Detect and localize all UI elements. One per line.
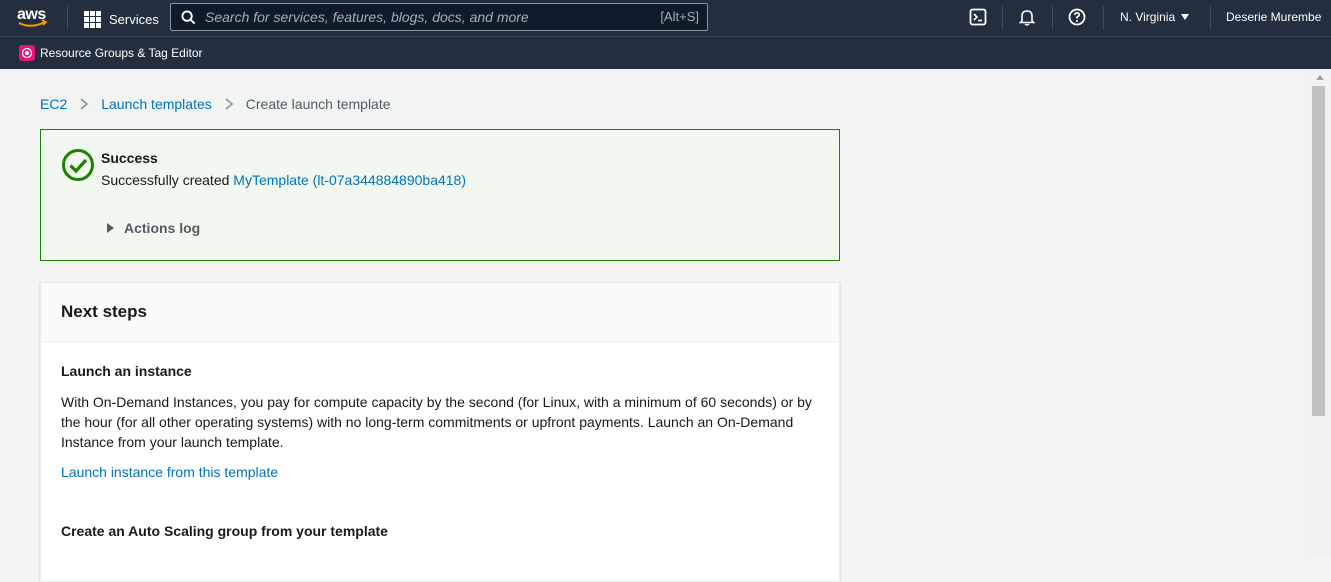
alert-title: Success	[101, 150, 158, 166]
search-input[interactable]	[205, 6, 635, 28]
account-menu[interactable]: Deserie Murembe	[1226, 10, 1321, 24]
help-button[interactable]	[1068, 8, 1088, 28]
template-link[interactable]: MyTemplate (lt-07a344884890ba418)	[233, 172, 466, 188]
account-name: Deserie Murembe	[1226, 10, 1322, 24]
services-label: Services	[109, 11, 159, 27]
chevron-right-icon	[80, 98, 89, 110]
search-icon	[181, 10, 196, 25]
panel-header: Next steps	[41, 283, 839, 342]
breadcrumb-ec2[interactable]: EC2	[40, 96, 67, 112]
nav-divider	[1103, 6, 1104, 30]
breadcrumb-launch-templates[interactable]: Launch templates	[101, 96, 212, 112]
next-steps-panel: Next steps Launch an instance With On-De…	[40, 282, 840, 582]
region-label: N. Virginia	[1120, 10, 1176, 24]
aws-smile-icon	[18, 19, 48, 27]
nav-divider	[1210, 6, 1211, 30]
alert-message-text: Successfully created	[101, 172, 230, 188]
help-icon	[1068, 8, 1086, 26]
panel-title: Next steps	[61, 302, 147, 321]
success-check-icon	[62, 149, 94, 181]
launch-instance-title: Launch an instance	[61, 363, 192, 379]
notifications-button[interactable]	[1018, 8, 1038, 28]
success-alert: Success Successfully created MyTemplate …	[40, 129, 840, 261]
auto-scaling-title: Create an Auto Scaling group from your t…	[61, 523, 388, 539]
actions-log-toggle[interactable]: Actions log	[107, 220, 200, 236]
breadcrumb-current: Create launch template	[245, 96, 391, 112]
cloudshell-icon	[969, 8, 987, 26]
resource-groups-link[interactable]: Resource Groups & Tag Editor	[40, 46, 203, 60]
nav-divider	[67, 6, 68, 30]
cloudshell-button[interactable]	[969, 8, 989, 28]
search-box[interactable]: [Alt+S]	[170, 3, 708, 31]
scrollbar-thumb[interactable]	[1312, 86, 1325, 416]
nav-divider	[1002, 6, 1003, 30]
page-scrollbar[interactable]	[1310, 69, 1331, 556]
nav-divider	[1052, 6, 1053, 30]
caret-right-icon	[107, 223, 114, 233]
top-navigation-bar: aws Services [Alt+S]	[0, 0, 1331, 36]
alert-message: Successfully created MyTemplate (lt-07a3…	[101, 172, 466, 188]
launch-instance-description: With On-Demand Instances, you pay for co…	[61, 394, 812, 450]
launch-instance-link[interactable]: Launch instance from this template	[61, 464, 278, 480]
scroll-up-arrow-icon[interactable]	[1316, 75, 1324, 80]
breadcrumb: EC2 Launch templates Create launch templ…	[40, 96, 391, 112]
actions-log-label: Actions log	[124, 220, 201, 236]
chevron-right-icon	[225, 98, 234, 110]
aws-logo[interactable]: aws	[17, 6, 51, 29]
resource-groups-icon	[19, 45, 35, 61]
services-menu-button[interactable]: Services	[84, 10, 159, 28]
grid-icon	[84, 10, 101, 28]
bell-icon	[1018, 10, 1036, 26]
caret-down-icon	[1181, 14, 1190, 20]
region-selector[interactable]: N. Virginia	[1120, 10, 1190, 24]
search-shortcut-hint: [Alt+S]	[660, 9, 699, 24]
